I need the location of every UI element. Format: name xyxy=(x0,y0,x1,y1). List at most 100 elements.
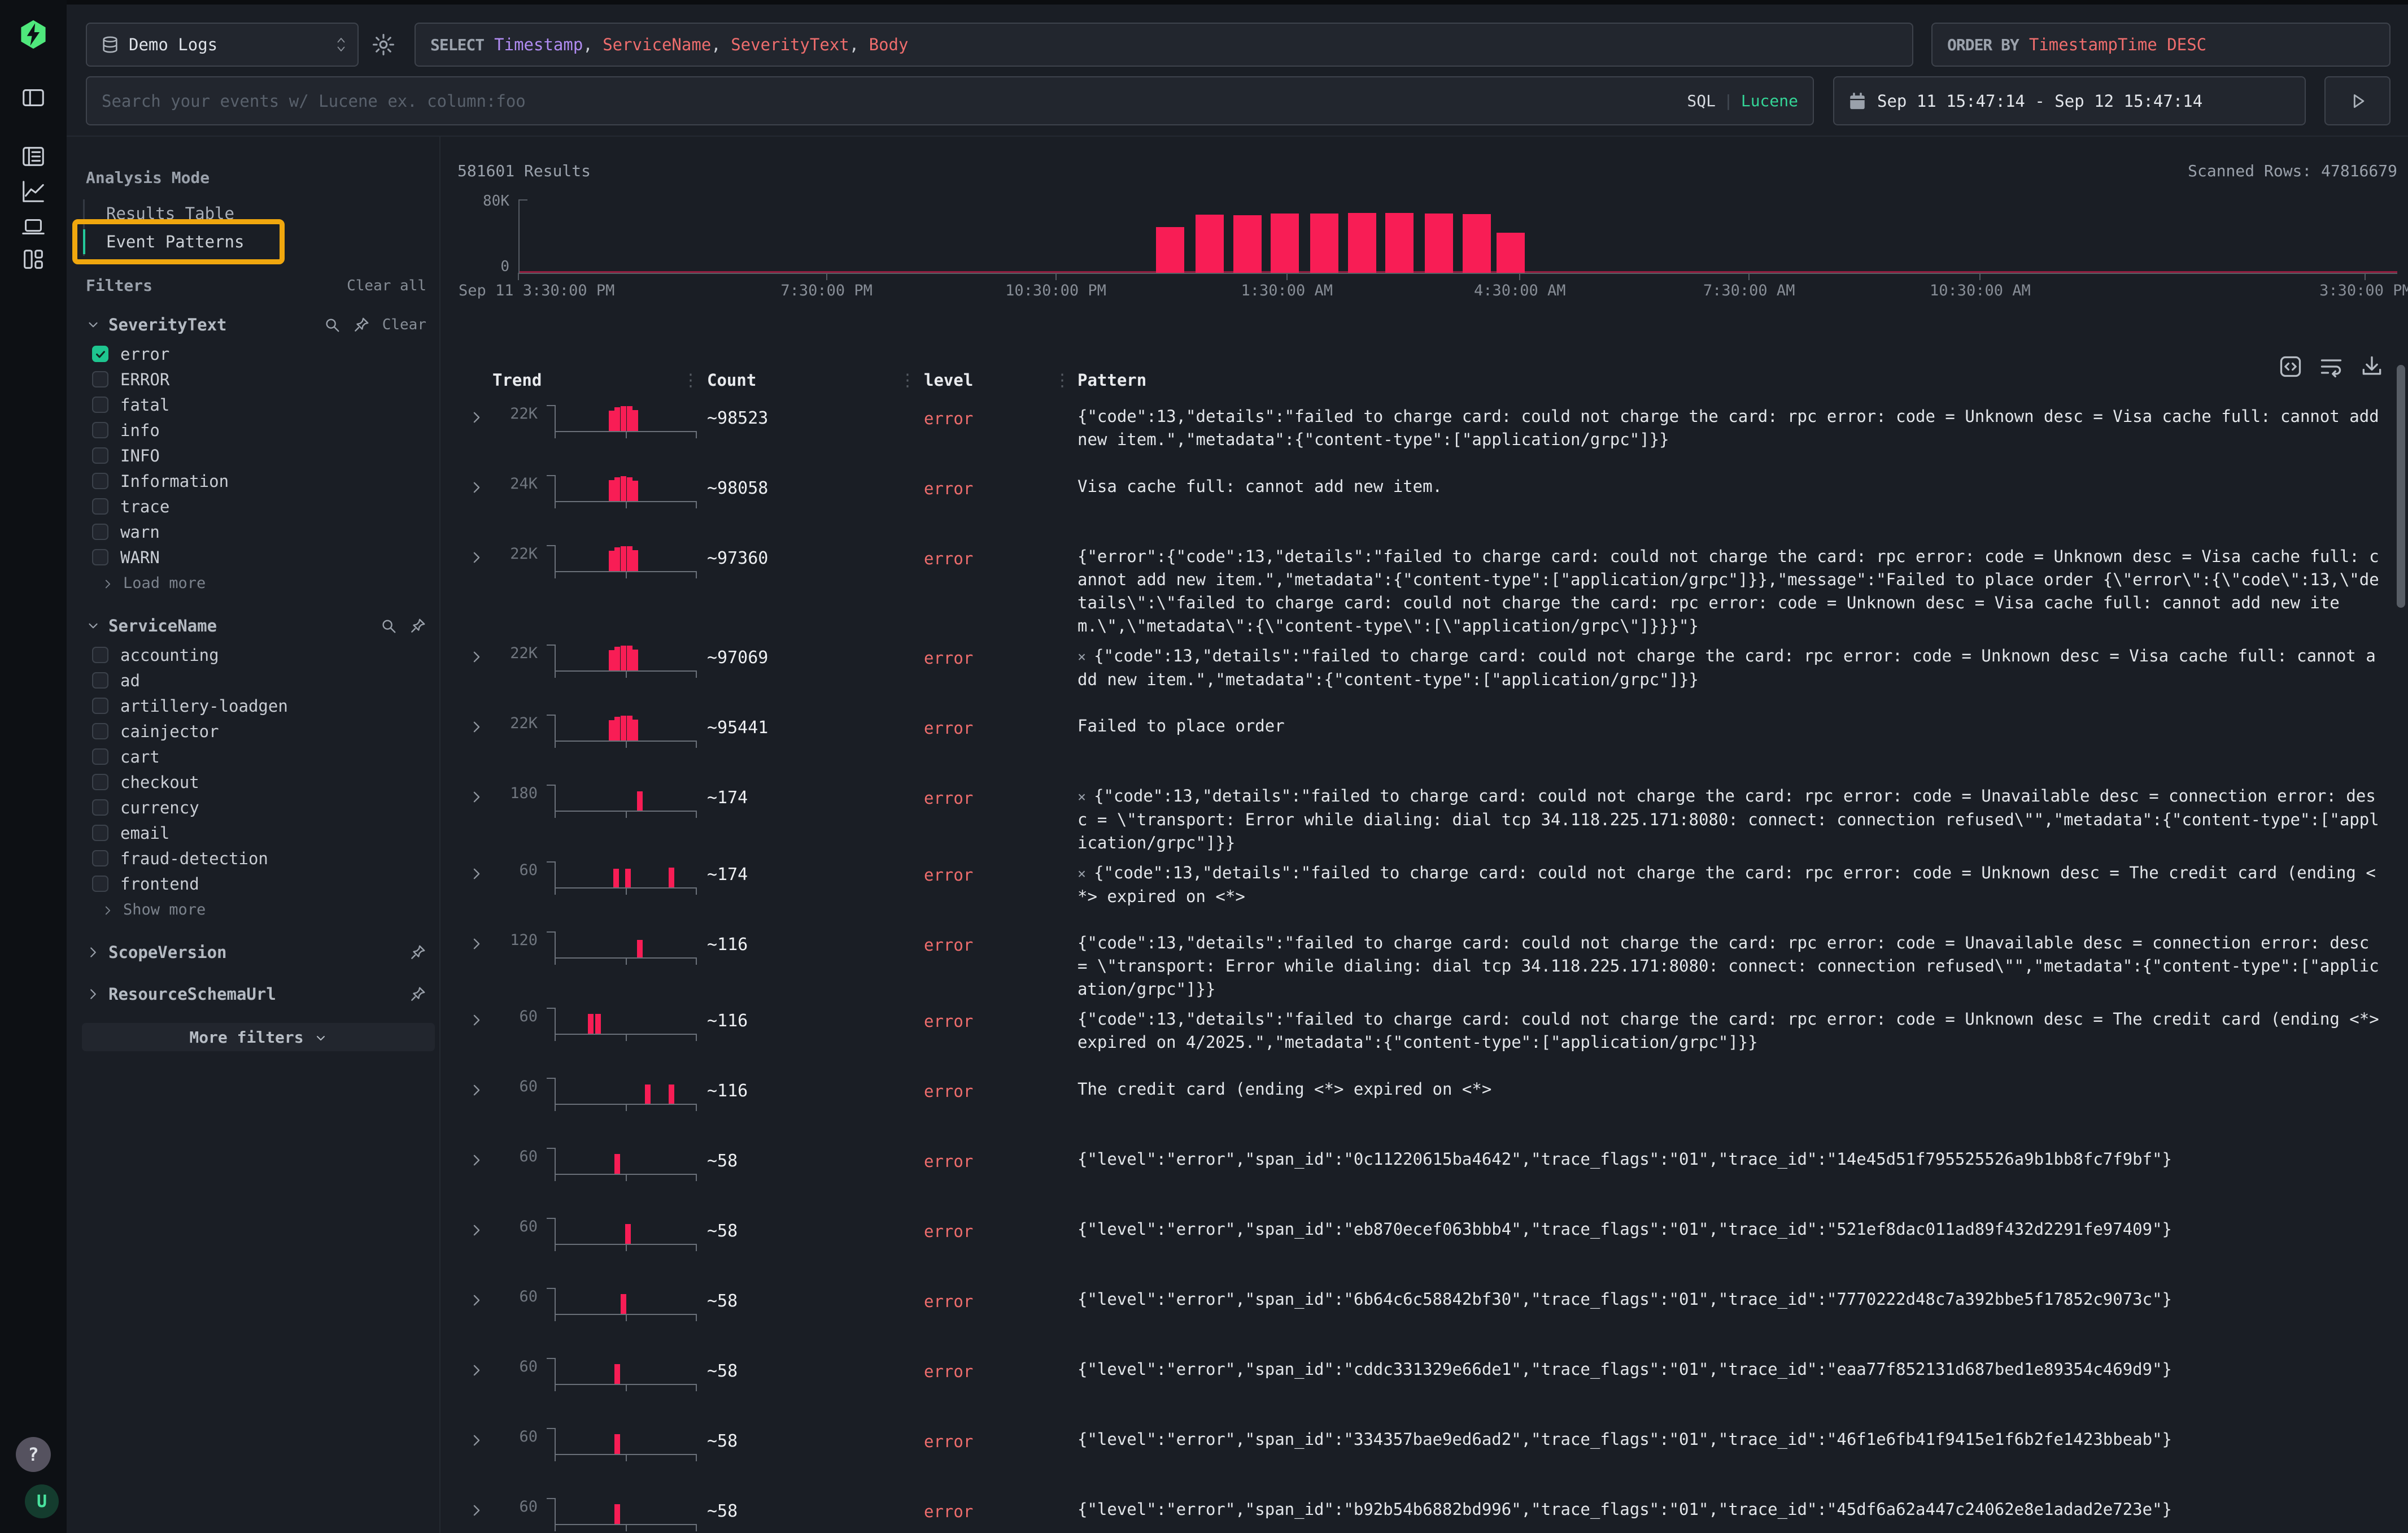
filter-option-fatal[interactable]: fatal xyxy=(86,392,439,417)
load-more-button[interactable]: Load more xyxy=(86,570,439,596)
pin-icon[interactable] xyxy=(353,316,370,333)
chevron-right-icon[interactable] xyxy=(469,649,485,665)
mode-sql[interactable]: SQL xyxy=(1687,92,1716,110)
checkbox-unchecked[interactable] xyxy=(92,876,108,892)
chevron-right-icon[interactable] xyxy=(469,480,485,495)
histogram-bar[interactable] xyxy=(1348,213,1376,273)
analysis-mode-item-results-table[interactable]: Results Table xyxy=(85,199,439,228)
filter-option-accounting[interactable]: accounting xyxy=(86,642,439,668)
pattern-cell[interactable]: The credit card (ending <*> expired on <… xyxy=(1071,1077,2385,1141)
filter-option-trace[interactable]: trace xyxy=(86,494,439,519)
filter-option-warn[interactable]: WARN xyxy=(86,545,439,570)
chevron-right-icon[interactable] xyxy=(469,719,485,735)
column-resize-handle[interactable]: ⋮ xyxy=(1054,371,1071,390)
chevron-right-icon[interactable] xyxy=(469,1082,485,1098)
column-resize-handle[interactable]: ⋮ xyxy=(899,371,916,390)
checkbox-unchecked[interactable] xyxy=(92,672,108,689)
pin-icon[interactable] xyxy=(409,944,426,961)
download-icon[interactable] xyxy=(2359,354,2384,379)
pattern-cell[interactable]: ×{"code":13,"details":"failed to charge … xyxy=(1071,860,2385,925)
time-range-picker[interactable]: Sep 11 15:47:14 - Sep 12 15:47:14 xyxy=(1833,76,2306,125)
checkbox-unchecked[interactable] xyxy=(92,397,108,413)
mode-lucene[interactable]: Lucene xyxy=(1741,92,1798,110)
checkbox-checked[interactable] xyxy=(92,346,108,362)
results-histogram[interactable]: 80K 0 Sep 11 3:30:00 PM7:30:00 PM10:30:0… xyxy=(457,193,2408,312)
pattern-cell[interactable]: {"code":13,"details":"failed to charge c… xyxy=(1071,1007,2385,1071)
histogram-bar[interactable] xyxy=(1425,214,1453,273)
chevron-right-icon[interactable] xyxy=(469,1292,485,1308)
checkbox-unchecked[interactable] xyxy=(92,850,108,866)
checkbox-unchecked[interactable] xyxy=(92,698,108,714)
checkbox-unchecked[interactable] xyxy=(92,748,108,765)
pattern-cell[interactable]: Visa cache full: cannot add new item. xyxy=(1071,474,2385,538)
chevron-right-icon[interactable] xyxy=(469,550,485,565)
histogram-bar[interactable] xyxy=(1271,214,1299,273)
filter-option-ad[interactable]: ad xyxy=(86,668,439,693)
chevron-right-icon[interactable] xyxy=(469,410,485,425)
checkbox-unchecked[interactable] xyxy=(92,422,108,438)
histogram-bar[interactable] xyxy=(1497,233,1525,273)
dashboards-icon[interactable] xyxy=(20,246,46,272)
filter-option-error[interactable]: ERROR xyxy=(86,367,439,392)
pin-icon[interactable] xyxy=(409,617,426,634)
chevron-right-icon[interactable] xyxy=(469,1012,485,1028)
chevron-right-icon[interactable] xyxy=(469,1222,485,1238)
filter-option-cainjector[interactable]: cainjector xyxy=(86,718,439,744)
filter-option-currency[interactable]: currency xyxy=(86,795,439,820)
filter-group-header-servicename[interactable]: ServiceName xyxy=(86,614,439,638)
sessions-icon[interactable] xyxy=(20,214,46,239)
chevron-right-icon[interactable] xyxy=(469,1152,485,1168)
checkbox-unchecked[interactable] xyxy=(92,723,108,739)
pattern-cell[interactable]: ×{"code":13,"details":"failed to charge … xyxy=(1071,783,2385,855)
filter-clear-button[interactable]: Clear xyxy=(382,316,426,333)
checkbox-unchecked[interactable] xyxy=(92,473,108,489)
pattern-cell[interactable]: {"level":"error","span_id":"eb870ecef063… xyxy=(1071,1217,2385,1281)
search-input[interactable] xyxy=(102,92,1687,111)
filter-option-fraud-detection[interactable]: fraud-detection xyxy=(86,846,439,871)
wrap-text-icon[interactable] xyxy=(2319,354,2344,379)
pattern-cell[interactable]: {"code":13,"details":"failed to charge c… xyxy=(1071,930,2385,1001)
filter-group-header-resourceschemaurl[interactable]: ResourceSchemaUrl xyxy=(86,982,439,1006)
hyperdx-logo-icon[interactable] xyxy=(18,19,49,50)
user-avatar[interactable]: U xyxy=(25,1484,59,1518)
column-resize-handle[interactable]: ⋮ xyxy=(682,371,699,390)
pattern-cell[interactable]: {"code":13,"details":"failed to charge c… xyxy=(1071,404,2385,468)
pin-icon[interactable] xyxy=(409,986,426,1003)
checkbox-unchecked[interactable] xyxy=(92,647,108,663)
pattern-cell[interactable]: {"level":"error","span_id":"0c11220615ba… xyxy=(1071,1147,2385,1211)
order-by-input[interactable]: ORDER BY TimestampTime DESC xyxy=(1931,23,2390,67)
chevron-right-icon[interactable] xyxy=(469,936,485,952)
help-icon[interactable]: ? xyxy=(16,1437,51,1472)
filter-group-header-severitytext[interactable]: SeverityTextClear xyxy=(86,313,439,337)
more-filters-button[interactable]: More filters xyxy=(82,1023,435,1051)
histogram-bar[interactable] xyxy=(1156,227,1184,273)
gear-icon[interactable] xyxy=(371,32,396,57)
checkbox-unchecked[interactable] xyxy=(92,447,108,464)
logs-icon[interactable] xyxy=(20,143,46,169)
pattern-cell[interactable]: Failed to place order xyxy=(1071,713,2385,778)
filter-option-info[interactable]: info xyxy=(86,417,439,443)
histogram-bar[interactable] xyxy=(1196,215,1224,273)
chevron-right-icon[interactable] xyxy=(469,866,485,882)
vertical-scrollbar-thumb[interactable] xyxy=(2397,365,2405,608)
chevron-right-icon[interactable] xyxy=(469,1502,485,1518)
chevron-right-icon[interactable] xyxy=(469,1362,485,1378)
filter-group-header-scopeversion[interactable]: ScopeVersion xyxy=(86,940,439,964)
pattern-cell[interactable]: {"level":"error","span_id":"334357bae9ed… xyxy=(1071,1427,2385,1491)
filter-option-warn[interactable]: warn xyxy=(86,519,439,545)
checkbox-unchecked[interactable] xyxy=(92,549,108,565)
filter-option-error[interactable]: error xyxy=(86,341,439,367)
filter-option-frontend[interactable]: frontend xyxy=(86,871,439,896)
pattern-cell[interactable]: {"level":"error","span_id":"b92b54b6882b… xyxy=(1071,1497,2385,1533)
pattern-cell[interactable]: ×{"code":13,"details":"failed to charge … xyxy=(1071,643,2385,708)
filter-option-information[interactable]: Information xyxy=(86,468,439,494)
filter-option-artillery-loadgen[interactable]: artillery-loadgen xyxy=(86,693,439,718)
source-selector[interactable]: Demo Logs xyxy=(86,23,359,67)
pattern-cell[interactable]: {"level":"error","span_id":"cddc331329e6… xyxy=(1071,1357,2385,1421)
filter-option-checkout[interactable]: checkout xyxy=(86,769,439,795)
checkbox-unchecked[interactable] xyxy=(92,799,108,816)
show-more-button[interactable]: Show more xyxy=(86,896,439,922)
select-query-input[interactable]: SELECT Timestamp, ServiceName, SeverityT… xyxy=(415,23,1913,67)
clear-all-button[interactable]: Clear all xyxy=(347,277,426,294)
pattern-cell[interactable]: {"level":"error","span_id":"6b64c6c58842… xyxy=(1071,1287,2385,1351)
